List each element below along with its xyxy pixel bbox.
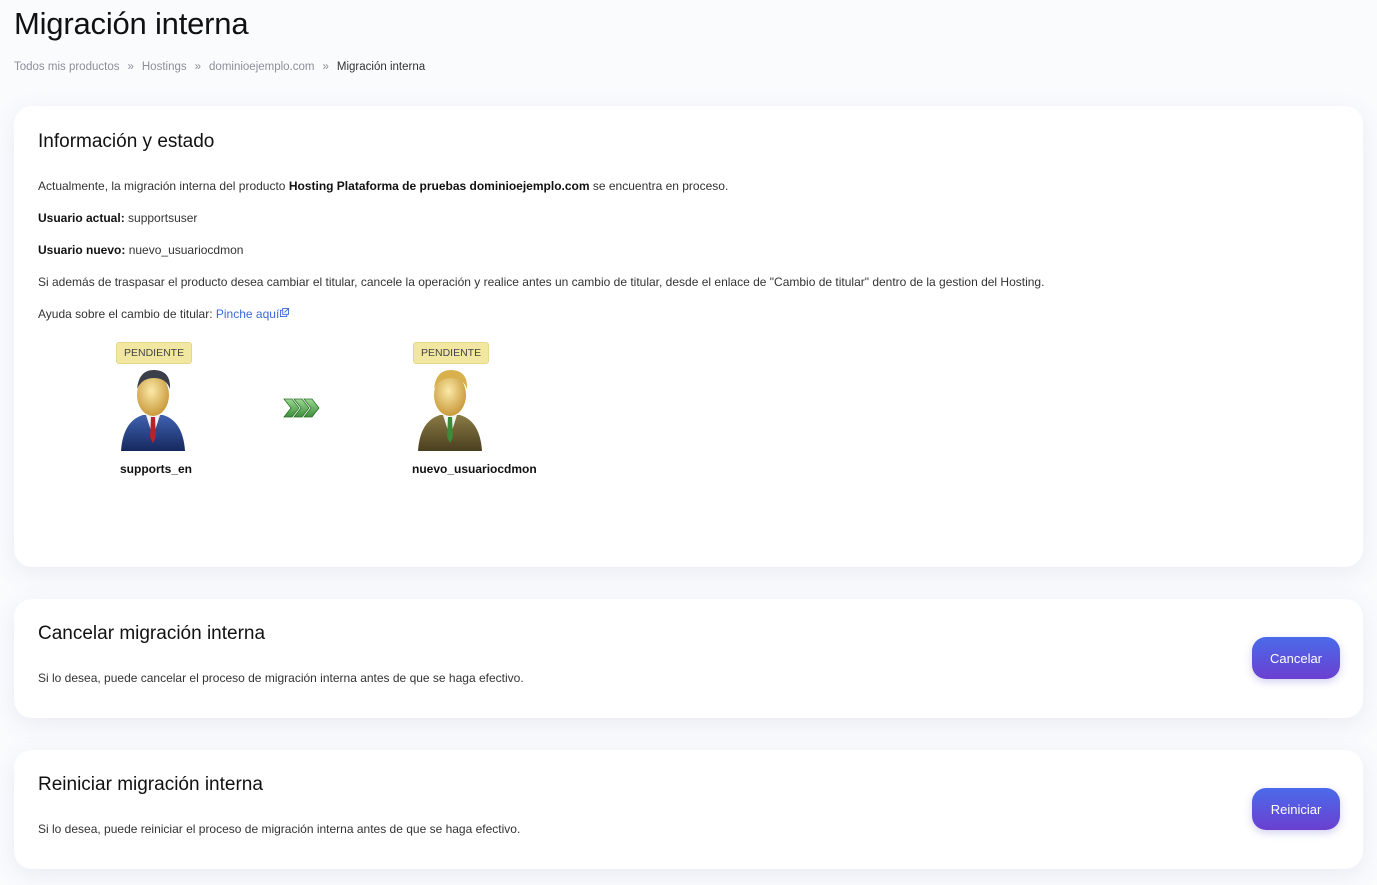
target-user-name: nuevo_usuariocdmon	[412, 462, 537, 476]
triple-chevron-right-icon	[283, 398, 320, 418]
user-olive-suit-icon	[418, 369, 482, 451]
help-link[interactable]: Pinche aquí	[215, 307, 290, 321]
new-user-line: Usuario nuevo: nuevo_usuariocdmon	[38, 243, 243, 257]
breadcrumb-separator: »	[127, 61, 134, 73]
migration-status-text: Actualmente, la migración interna del pr…	[38, 179, 728, 193]
source-status-badge: PENDIENTE	[116, 342, 193, 364]
owner-change-notice: Si además de traspasar el producto desea…	[38, 275, 1045, 289]
cancel-card-title: Cancelar migración interna	[38, 623, 266, 644]
breadcrumb-item-domain[interactable]: dominioejemplo.com	[209, 61, 314, 73]
external-link-icon	[280, 308, 290, 317]
cancel-description: Si lo desea, puede cancelar el proceso d…	[38, 671, 524, 685]
current-user-value: supportsuser	[124, 211, 198, 225]
breadcrumb: Todos mis productos » Hostings » dominio…	[14, 61, 425, 73]
info-card-title: Información y estado	[38, 131, 215, 152]
new-user-label: Usuario nuevo:	[38, 243, 126, 257]
restart-button[interactable]: Reiniciar	[1252, 788, 1340, 830]
help-line: Ayuda sobre el cambio de titular: Pinche…	[38, 307, 290, 321]
help-link-label: Pinche aquí	[215, 307, 280, 321]
cancel-migration-card: Cancelar migración interna Si lo desea, …	[14, 599, 1363, 718]
help-prefix: Ayuda sobre el cambio de titular:	[38, 307, 216, 321]
breadcrumb-current: Migración interna	[336, 61, 426, 73]
restart-card-title: Reiniciar migración interna	[38, 774, 263, 795]
user-blue-suit-icon	[121, 369, 185, 451]
cancel-button[interactable]: Cancelar	[1252, 637, 1340, 679]
restart-migration-card: Reiniciar migración interna Si lo desea,…	[14, 750, 1363, 869]
source-user-name: supports_en	[120, 462, 193, 476]
target-status-badge: PENDIENTE	[413, 342, 490, 364]
status-suffix: se encuentra en proceso.	[589, 179, 729, 193]
restart-description: Si lo desea, puede reiniciar el proceso …	[38, 822, 521, 836]
page-title: Migración interna	[14, 6, 249, 41]
product-name: Hosting Plataforma de pruebas dominioeje…	[288, 179, 590, 193]
status-prefix: Actualmente, la migración interna del pr…	[38, 179, 289, 193]
breadcrumb-separator: »	[194, 61, 202, 73]
new-user-value: nuevo_usuariocdmon	[125, 243, 244, 257]
breadcrumb-item-products[interactable]: Todos mis productos	[14, 61, 119, 73]
info-status-card: Información y estado Actualmente, la mig…	[14, 106, 1363, 567]
current-user-line: Usuario actual: supportsuser	[38, 211, 197, 225]
breadcrumb-separator: »	[322, 61, 329, 73]
current-user-label: Usuario actual:	[38, 211, 125, 225]
breadcrumb-item-hostings[interactable]: Hostings	[142, 61, 187, 73]
